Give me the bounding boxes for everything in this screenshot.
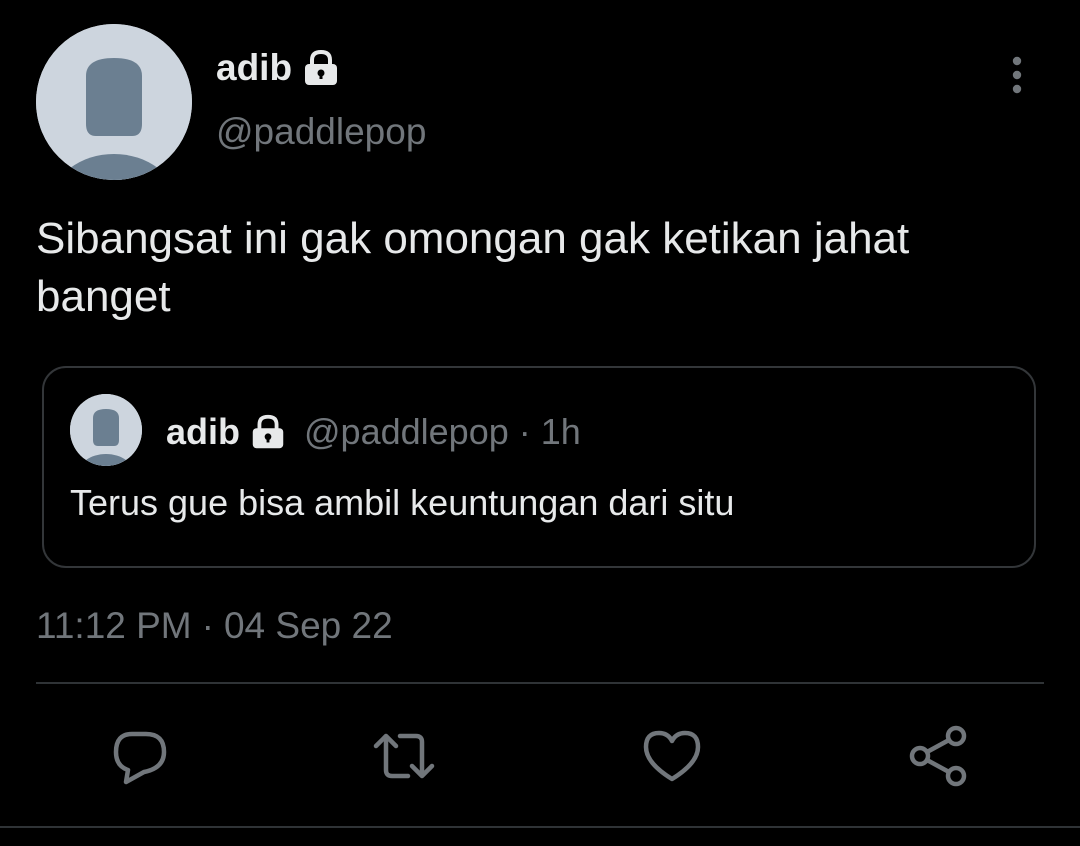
separator-dot: · (201, 605, 214, 646)
quoted-tweet-text: Terus gue bisa ambil keuntungan dari sit… (70, 482, 735, 523)
author-display-name[interactable]: adib (216, 44, 292, 92)
tweet-timestamp: 11:12 PM · 04 Sep 22 (36, 602, 393, 650)
quoted-author-display-name: adib (166, 411, 241, 452)
author-avatar[interactable] (36, 24, 192, 180)
quoted-tweet-card[interactable]: adib @paddlepop · 1h Terus gue bisa ambi… (42, 366, 1036, 568)
more-options-button[interactable] (996, 50, 1038, 100)
tweet-text: Sibangsat ini gak omongan gak ketikan ja… (36, 214, 910, 321)
reply-button[interactable] (108, 724, 172, 788)
separator-dot: · (518, 411, 531, 452)
author-name-row[interactable]: adib (216, 44, 342, 92)
divider (0, 826, 1080, 828)
share-icon (909, 725, 967, 787)
like-icon (643, 730, 701, 782)
quoted-tweet-time: 1h (540, 411, 581, 452)
author-handle[interactable]: @paddlepop (216, 108, 426, 156)
divider (36, 682, 1044, 684)
reply-icon (113, 731, 167, 785)
timestamp-date: 04 Sep 22 (223, 605, 393, 646)
lock-icon (300, 47, 342, 89)
retweet-icon (373, 733, 435, 779)
quoted-author-avatar (70, 394, 142, 466)
default-avatar-icon (36, 24, 192, 180)
like-button[interactable] (640, 724, 704, 788)
quoted-tweet-header: adib @paddlepop · 1h (166, 410, 581, 454)
default-avatar-icon (70, 394, 142, 466)
share-button[interactable] (906, 724, 970, 788)
quoted-author-handle: @paddlepop (304, 411, 509, 452)
timestamp-time: 11:12 PM (36, 605, 192, 646)
more-vertical-icon (1012, 56, 1022, 94)
lock-icon (248, 412, 288, 452)
retweet-button[interactable] (372, 724, 436, 788)
